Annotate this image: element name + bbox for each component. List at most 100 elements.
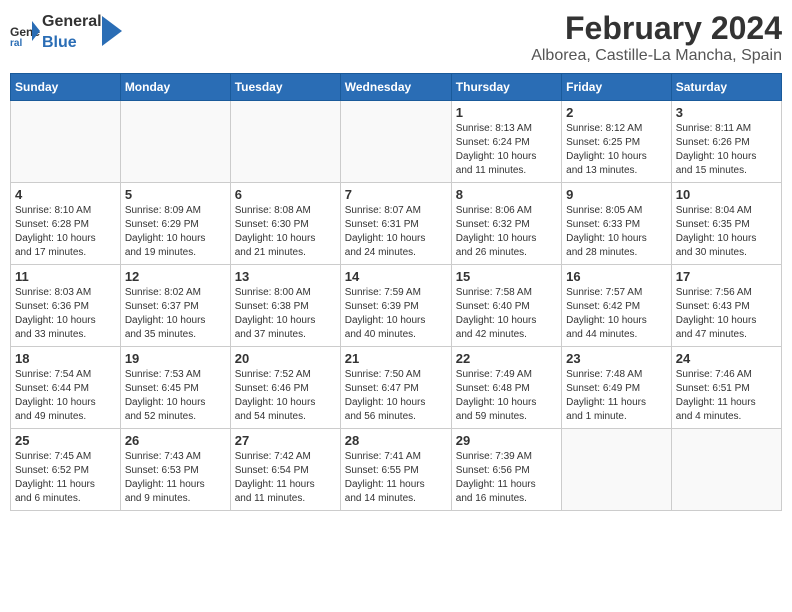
day-info: Sunrise: 7:53 AM Sunset: 6:45 PM Dayligh… bbox=[125, 368, 226, 424]
day-info: Sunrise: 8:11 AM Sunset: 6:26 PM Dayligh… bbox=[676, 122, 777, 178]
calendar-cell bbox=[671, 429, 781, 511]
day-number: 8 bbox=[456, 187, 557, 202]
calendar-cell: 15 Sunrise: 7:58 AM Sunset: 6:40 PM Dayli… bbox=[451, 265, 561, 347]
day-number: 6 bbox=[235, 187, 336, 202]
day-info: Sunrise: 8:08 AM Sunset: 6:30 PM Dayligh… bbox=[235, 204, 336, 260]
day-info: Sunrise: 7:43 AM Sunset: 6:53 PM Dayligh… bbox=[125, 450, 226, 506]
calendar-body: 1 Sunrise: 8:13 AM Sunset: 6:24 PM Daylig… bbox=[11, 101, 782, 511]
calendar-cell: 21 Sunrise: 7:50 AM Sunset: 6:47 PM Dayli… bbox=[340, 347, 451, 429]
day-info: Sunrise: 7:46 AM Sunset: 6:51 PM Dayligh… bbox=[676, 368, 777, 424]
calendar-cell bbox=[562, 429, 672, 511]
day-number: 25 bbox=[15, 433, 116, 448]
day-info: Sunrise: 7:56 AM Sunset: 6:43 PM Dayligh… bbox=[676, 286, 777, 342]
calendar-cell: 14 Sunrise: 7:59 AM Sunset: 6:39 PM Dayli… bbox=[340, 265, 451, 347]
calendar-cell bbox=[230, 101, 340, 183]
day-of-week-header: Saturday bbox=[671, 74, 781, 101]
svg-text:ral: ral bbox=[10, 38, 22, 46]
day-number: 9 bbox=[566, 187, 667, 202]
day-info: Sunrise: 8:10 AM Sunset: 6:28 PM Dayligh… bbox=[15, 204, 116, 260]
day-number: 7 bbox=[345, 187, 447, 202]
calendar-cell: 17 Sunrise: 7:56 AM Sunset: 6:43 PM Dayli… bbox=[671, 265, 781, 347]
calendar-cell: 28 Sunrise: 7:41 AM Sunset: 6:55 PM Dayli… bbox=[340, 429, 451, 511]
day-info: Sunrise: 8:12 AM Sunset: 6:25 PM Dayligh… bbox=[566, 122, 667, 178]
day-info: Sunrise: 7:52 AM Sunset: 6:46 PM Dayligh… bbox=[235, 368, 336, 424]
day-number: 19 bbox=[125, 351, 226, 366]
calendar-week-row: 4 Sunrise: 8:10 AM Sunset: 6:28 PM Daylig… bbox=[11, 183, 782, 265]
calendar-cell: 1 Sunrise: 8:13 AM Sunset: 6:24 PM Daylig… bbox=[451, 101, 561, 183]
calendar-cell: 24 Sunrise: 7:46 AM Sunset: 6:51 PM Dayli… bbox=[671, 347, 781, 429]
day-number: 18 bbox=[15, 351, 116, 366]
day-info: Sunrise: 8:00 AM Sunset: 6:38 PM Dayligh… bbox=[235, 286, 336, 342]
day-number: 28 bbox=[345, 433, 447, 448]
calendar-week-row: 18Sunrise: 7:54 AM Sunset: 6:44 PM Dayli… bbox=[11, 347, 782, 429]
calendar-cell: 12 Sunrise: 8:02 AM Sunset: 6:37 PM Dayli… bbox=[120, 265, 230, 347]
day-info: Sunrise: 7:58 AM Sunset: 6:40 PM Dayligh… bbox=[456, 286, 557, 342]
day-number: 14 bbox=[345, 269, 447, 284]
calendar-cell: 19 Sunrise: 7:53 AM Sunset: 6:45 PM Dayli… bbox=[120, 347, 230, 429]
day-number: 4 bbox=[15, 187, 116, 202]
day-number: 5 bbox=[125, 187, 226, 202]
day-info: Sunrise: 7:50 AM Sunset: 6:47 PM Dayligh… bbox=[345, 368, 447, 424]
day-number: 3 bbox=[676, 105, 777, 120]
day-number: 20 bbox=[235, 351, 336, 366]
day-number: 1 bbox=[456, 105, 557, 120]
calendar-cell: 6 Sunrise: 8:08 AM Sunset: 6:30 PM Daylig… bbox=[230, 183, 340, 265]
day-info: Sunrise: 7:41 AM Sunset: 6:55 PM Dayligh… bbox=[345, 450, 447, 506]
calendar-cell: 26 Sunrise: 7:43 AM Sunset: 6:53 PM Dayli… bbox=[120, 429, 230, 511]
calendar-cell: 2 Sunrise: 8:12 AM Sunset: 6:25 PM Daylig… bbox=[562, 101, 672, 183]
day-number: 16 bbox=[566, 269, 667, 284]
day-info: Sunrise: 8:03 AM Sunset: 6:36 PM Dayligh… bbox=[15, 286, 116, 342]
day-number: 2 bbox=[566, 105, 667, 120]
day-info: Sunrise: 7:45 AM Sunset: 6:52 PM Dayligh… bbox=[15, 450, 116, 506]
days-header-row: SundayMondayTuesdayWednesdayThursdayFrid… bbox=[11, 74, 782, 101]
day-number: 27 bbox=[235, 433, 336, 448]
day-number: 17 bbox=[676, 269, 777, 284]
day-info: Sunrise: 7:42 AM Sunset: 6:54 PM Dayligh… bbox=[235, 450, 336, 506]
calendar-week-row: 1 Sunrise: 8:13 AM Sunset: 6:24 PM Daylig… bbox=[11, 101, 782, 183]
day-number: 10 bbox=[676, 187, 777, 202]
day-info: Sunrise: 8:07 AM Sunset: 6:31 PM Dayligh… bbox=[345, 204, 447, 260]
day-number: 23 bbox=[566, 351, 667, 366]
day-info: Sunrise: 8:13 AM Sunset: 6:24 PM Dayligh… bbox=[456, 122, 557, 178]
month-year-title: February 2024 bbox=[531, 10, 782, 47]
calendar-cell: 8 Sunrise: 8:06 AM Sunset: 6:32 PM Daylig… bbox=[451, 183, 561, 265]
day-number: 12 bbox=[125, 269, 226, 284]
calendar-cell bbox=[340, 101, 451, 183]
day-of-week-header: Tuesday bbox=[230, 74, 340, 101]
day-info: Sunrise: 7:39 AM Sunset: 6:56 PM Dayligh… bbox=[456, 450, 557, 506]
day-number: 24 bbox=[676, 351, 777, 366]
calendar-cell: 16Sunrise: 7:57 AM Sunset: 6:42 PM Dayli… bbox=[562, 265, 672, 347]
calendar-cell: 5Sunrise: 8:09 AM Sunset: 6:29 PM Daylig… bbox=[120, 183, 230, 265]
calendar-cell: 9Sunrise: 8:05 AM Sunset: 6:33 PM Daylig… bbox=[562, 183, 672, 265]
day-of-week-header: Thursday bbox=[451, 74, 561, 101]
calendar-cell: 11 Sunrise: 8:03 AM Sunset: 6:36 PM Dayli… bbox=[11, 265, 121, 347]
day-info: Sunrise: 7:49 AM Sunset: 6:48 PM Dayligh… bbox=[456, 368, 557, 424]
day-info: Sunrise: 7:59 AM Sunset: 6:39 PM Dayligh… bbox=[345, 286, 447, 342]
calendar-week-row: 11 Sunrise: 8:03 AM Sunset: 6:36 PM Dayli… bbox=[11, 265, 782, 347]
day-number: 26 bbox=[125, 433, 226, 448]
day-info: Sunrise: 8:06 AM Sunset: 6:32 PM Dayligh… bbox=[456, 204, 557, 260]
page-header: Gene ral General Blue February 2024 Albo… bbox=[10, 10, 782, 65]
day-of-week-header: Wednesday bbox=[340, 74, 451, 101]
logo-general2: ral bbox=[82, 13, 102, 30]
calendar-cell: 3 Sunrise: 8:11 AM Sunset: 6:26 PM Daylig… bbox=[671, 101, 781, 183]
logo-arrow-icon bbox=[102, 16, 122, 46]
day-number: 21 bbox=[345, 351, 447, 366]
location-subtitle: Alborea, Castille-La Mancha, Spain bbox=[531, 47, 782, 65]
day-number: 13 bbox=[235, 269, 336, 284]
calendar-cell: 18Sunrise: 7:54 AM Sunset: 6:44 PM Dayli… bbox=[11, 347, 121, 429]
calendar-header: SundayMondayTuesdayWednesdayThursdayFrid… bbox=[11, 74, 782, 101]
day-number: 15 bbox=[456, 269, 557, 284]
day-of-week-header: Sunday bbox=[11, 74, 121, 101]
day-number: 11 bbox=[15, 269, 116, 284]
day-info: Sunrise: 8:04 AM Sunset: 6:35 PM Dayligh… bbox=[676, 204, 777, 260]
calendar-cell: 13 Sunrise: 8:00 AM Sunset: 6:38 PM Dayli… bbox=[230, 265, 340, 347]
title-block: February 2024 Alborea, Castille-La Manch… bbox=[531, 10, 782, 65]
day-info: Sunrise: 8:02 AM Sunset: 6:37 PM Dayligh… bbox=[125, 286, 226, 342]
calendar-cell bbox=[120, 101, 230, 183]
calendar-table: SundayMondayTuesdayWednesdayThursdayFrid… bbox=[10, 73, 782, 511]
calendar-cell: 23Sunrise: 7:48 AM Sunset: 6:49 PM Dayli… bbox=[562, 347, 672, 429]
day-of-week-header: Friday bbox=[562, 74, 672, 101]
logo: Gene ral General Blue bbox=[10, 10, 122, 52]
day-of-week-header: Monday bbox=[120, 74, 230, 101]
